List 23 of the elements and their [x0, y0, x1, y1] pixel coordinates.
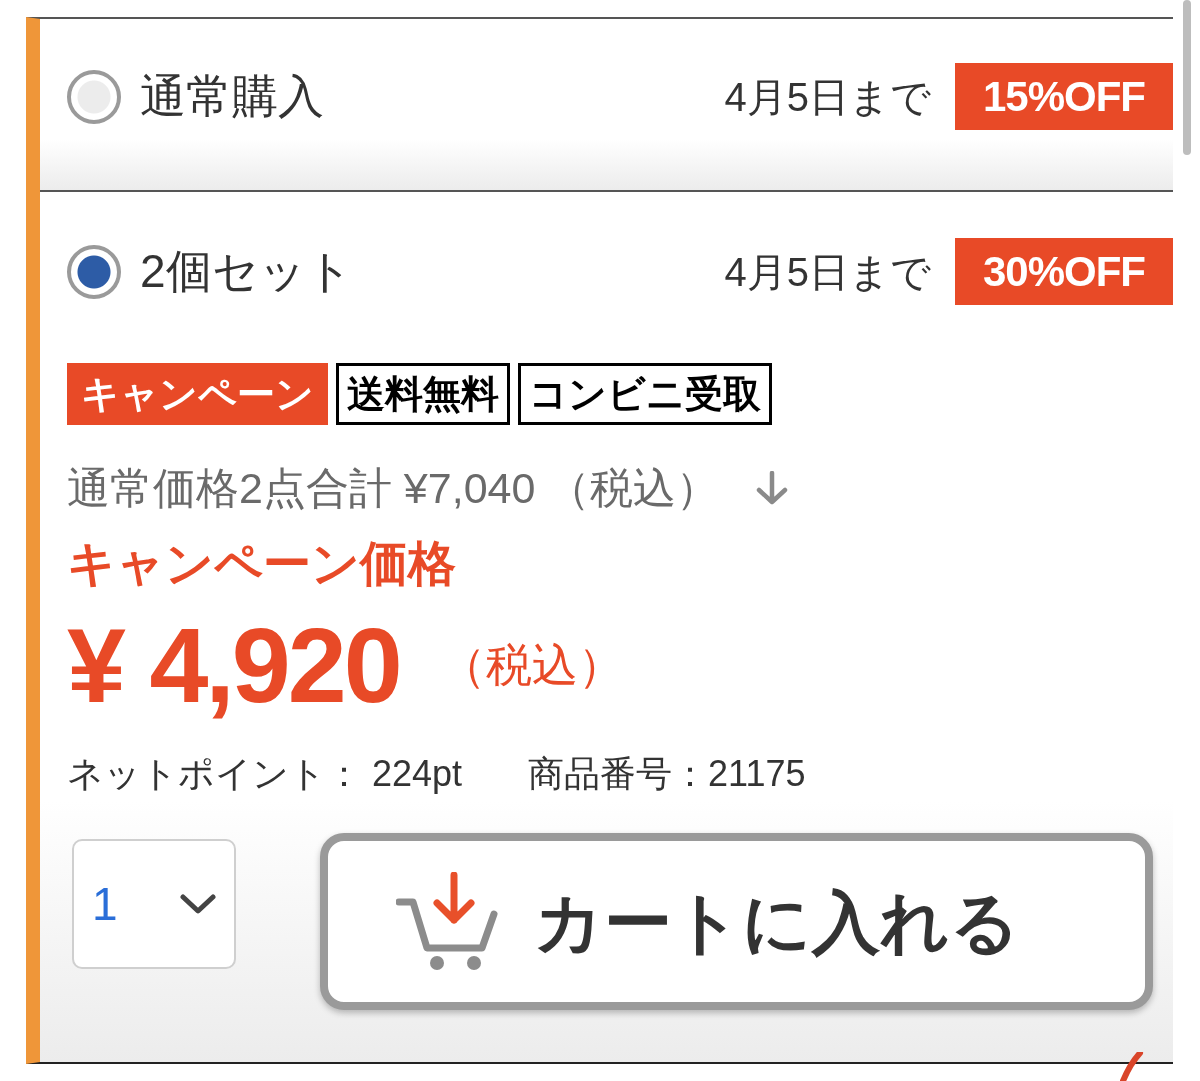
chevron-down-icon	[180, 894, 216, 914]
option-label: 通常購入	[140, 70, 324, 123]
discount-badge: 15%OFF	[955, 63, 1173, 130]
partial-stroke-icon	[1118, 1052, 1144, 1081]
sale-price: ¥ 4,920	[67, 606, 400, 724]
service-tag: 送料無料	[336, 363, 510, 425]
radio-button[interactable]	[67, 244, 121, 299]
product-number-text: 商品番号：21175	[528, 752, 806, 796]
tax-included-note: （税込）	[439, 638, 624, 693]
campaign-price-label: キャンペーン価格	[67, 536, 456, 592]
discount-badge: 30%OFF	[955, 238, 1173, 305]
radio-button[interactable]	[67, 69, 121, 124]
deadline-text: 4月5日まで	[724, 248, 931, 295]
option-label: 2個セット	[140, 245, 353, 298]
campaign-tag: キャンペーン	[67, 363, 328, 425]
points-text: ネットポイント： 224pt	[67, 752, 463, 796]
deadline-text: 4月5日まで	[724, 73, 931, 120]
scrollbar-thumb[interactable]	[1183, 0, 1191, 155]
regular-price-text: 通常価格2点合計 ¥7,040 （税込）	[67, 463, 720, 514]
quantity-select[interactable]: 1	[72, 839, 236, 969]
add-to-cart-button[interactable]: カートに入れる	[320, 833, 1153, 1010]
cart-icon	[396, 871, 500, 972]
service-tag: コンビニ受取	[518, 363, 772, 425]
